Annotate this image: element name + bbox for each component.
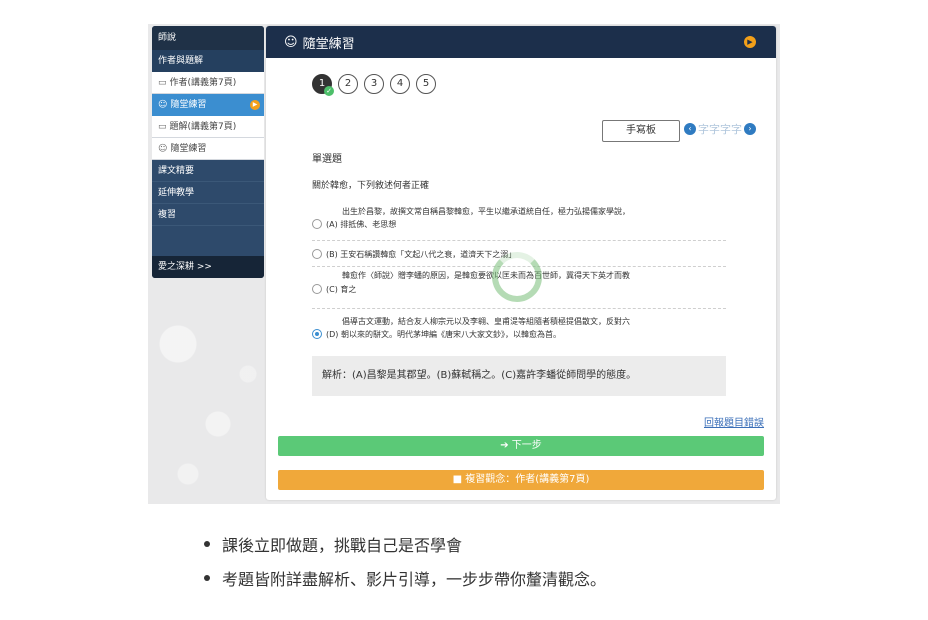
- smile-icon: ☺: [158, 100, 168, 110]
- report-error-link[interactable]: 回報題目錯誤: [704, 414, 764, 429]
- sidebar-item-practice-1[interactable]: ☺ 隨堂練習 ▶: [152, 94, 264, 116]
- sidebar-item-author[interactable]: ▭ 作者(講義第7頁): [152, 72, 264, 94]
- sidebar-item-practice-2[interactable]: ☺ 隨堂練習: [152, 138, 264, 160]
- font-size-label: 字字字字: [698, 123, 742, 136]
- option-text: 韓愈作〈師說〉贈李蟠的原因，是韓愈要欲以匡未而為百世師，冀得天下英才而教: [342, 271, 630, 280]
- sidebar: 師說 作者與題解 ▭ 作者(講義第7頁) ☺ 隨堂練習 ▶ ▭ 題解(講義第7頁…: [152, 26, 264, 278]
- step-5[interactable]: 5: [416, 74, 436, 94]
- bullet-text: 考題皆附詳盡解析、影片引導，一步步帶你釐清觀念。: [222, 570, 607, 589]
- sidebar-item-label: 題解(講義第7頁): [169, 121, 237, 132]
- option-divider: [312, 308, 726, 309]
- sidebar-item-label: 作者與題解: [158, 56, 204, 66]
- sidebar-item-label: 作者(講義第7頁): [169, 77, 237, 88]
- panel-title: 隨堂練習: [302, 36, 355, 52]
- bullet-text: 課後立即做題，挑戰自己是否學會: [222, 536, 463, 555]
- sidebar-item-extended-teaching[interactable]: 延伸教學: [152, 182, 264, 204]
- question-type: 單選題: [312, 154, 342, 165]
- question-stem: 關於韓愈，下列敘述何者正確: [312, 181, 430, 191]
- sidebar-item-label: 課文精要: [158, 166, 195, 176]
- smile-icon: ☺: [284, 34, 298, 50]
- next-step-label: 下一步: [511, 440, 542, 451]
- play-icon[interactable]: ▶: [250, 100, 260, 110]
- option-text: 倡導古文運動，結合友人柳宗元以及李翱、皇甫湜等組隨者積極提倡散文，反對六: [342, 317, 630, 326]
- sidebar-item-review[interactable]: 複習: [152, 204, 264, 226]
- option-text: (C) 育之: [326, 285, 357, 294]
- chevron-left-icon[interactable]: ‹: [684, 123, 696, 135]
- sidebar-item-label: 師說: [158, 33, 177, 43]
- sidebar-item-lesson[interactable]: 師說: [152, 26, 264, 50]
- step-1[interactable]: 1: [312, 74, 334, 96]
- handwriting-pad-button[interactable]: 手寫板: [602, 120, 680, 142]
- option-text: 出生於昌黎，故撰文常自稱昌黎韓愈，平生以繼承道統自任，極力弘揚儒家學說，: [342, 207, 630, 216]
- option-d[interactable]: 倡導古文運動，結合友人柳宗元以及李翱、皇甫湜等組隨者積極提倡散文，反對六 (D)…: [312, 316, 726, 346]
- bullet-item: 課後立即做題，挑戰自己是否學會: [204, 532, 606, 556]
- chevron-right-icon[interactable]: ›: [744, 123, 756, 135]
- smile-icon: ☺: [158, 143, 168, 154]
- bullet-dot-icon: [204, 575, 210, 581]
- sidebar-item-label: 複習: [158, 210, 177, 220]
- sidebar-item-label: 延伸教學: [158, 188, 195, 198]
- sidebar-item-author-and-title[interactable]: 作者與題解: [152, 50, 264, 72]
- review-concept-button[interactable]: ■ 複習觀念：作者(講義第7頁): [278, 470, 764, 490]
- bullet-dot-icon: [204, 541, 210, 547]
- sidebar-item-title-explanation[interactable]: ▭ 題解(講義第7頁): [152, 116, 264, 138]
- app-screenshot: 師說 作者與題解 ▭ 作者(講義第7頁) ☺ 隨堂練習 ▶ ▭ 題解(講義第7頁…: [148, 24, 780, 504]
- answer-analysis: 解析：(A)昌黎是其郡望。(B)蘇軾稱之。(C)嘉許李蟠從師問學的態度。: [312, 356, 726, 396]
- option-text: (B) 王安石稱讚韓愈「文起八代之衰，道濟天下之溺」: [326, 250, 517, 259]
- next-step-button[interactable]: ➔ 下一步: [278, 436, 764, 456]
- sidebar-footer-link[interactable]: 愛之深耕 >>: [152, 256, 264, 278]
- practice-panel: ☺ 隨堂練習 ▶ 1 2 3 4 5 手寫板 ‹ 字字字字 › 單選題 關於韓愈…: [266, 26, 776, 500]
- book-icon: ▭: [158, 121, 167, 132]
- panel-header: ☺ 隨堂練習 ▶: [266, 26, 776, 58]
- question-steps: 1 2 3 4 5: [312, 74, 436, 96]
- video-camera-icon: ■: [452, 474, 463, 485]
- sidebar-item-label: 隨堂練習: [170, 143, 207, 154]
- option-radio[interactable]: [312, 249, 322, 259]
- sidebar-item-text-summary[interactable]: 課文精要: [152, 160, 264, 182]
- bullet-item: 考題皆附詳盡解析、影片引導，一步步帶你釐清觀念。: [204, 566, 606, 590]
- option-radio-selected[interactable]: [312, 329, 322, 339]
- feature-bullets: 課後立即做題，挑戰自己是否學會 考題皆附詳盡解析、影片引導，一步步帶你釐清觀念。: [204, 532, 606, 600]
- sidebar-item-label: 隨堂練習: [170, 100, 207, 110]
- step-2[interactable]: 2: [338, 74, 358, 94]
- step-4[interactable]: 4: [390, 74, 410, 94]
- book-icon: ▭: [158, 77, 167, 88]
- option-radio[interactable]: [312, 219, 322, 229]
- option-radio[interactable]: [312, 284, 322, 294]
- font-size-control: ‹ 字字字字 ›: [684, 121, 756, 137]
- option-text: (D) 朝以來的駢文。明代茅坤編《唐宋八大家文鈔》，以韓愈為首。: [326, 330, 561, 339]
- option-divider: [312, 240, 726, 241]
- step-3[interactable]: 3: [364, 74, 384, 94]
- loading-spinner-icon: [492, 252, 542, 302]
- arrow-right-icon: ➔: [500, 440, 509, 451]
- play-icon[interactable]: ▶: [744, 36, 756, 48]
- option-a[interactable]: 出生於昌黎，故撰文常自稱昌黎韓愈，平生以繼承道統自任，極力弘揚儒家學說， (A)…: [312, 206, 726, 241]
- review-concept-label: 複習觀念：作者(講義第7頁): [465, 474, 590, 485]
- option-text: (A) 排抵佛、老思想: [326, 220, 397, 229]
